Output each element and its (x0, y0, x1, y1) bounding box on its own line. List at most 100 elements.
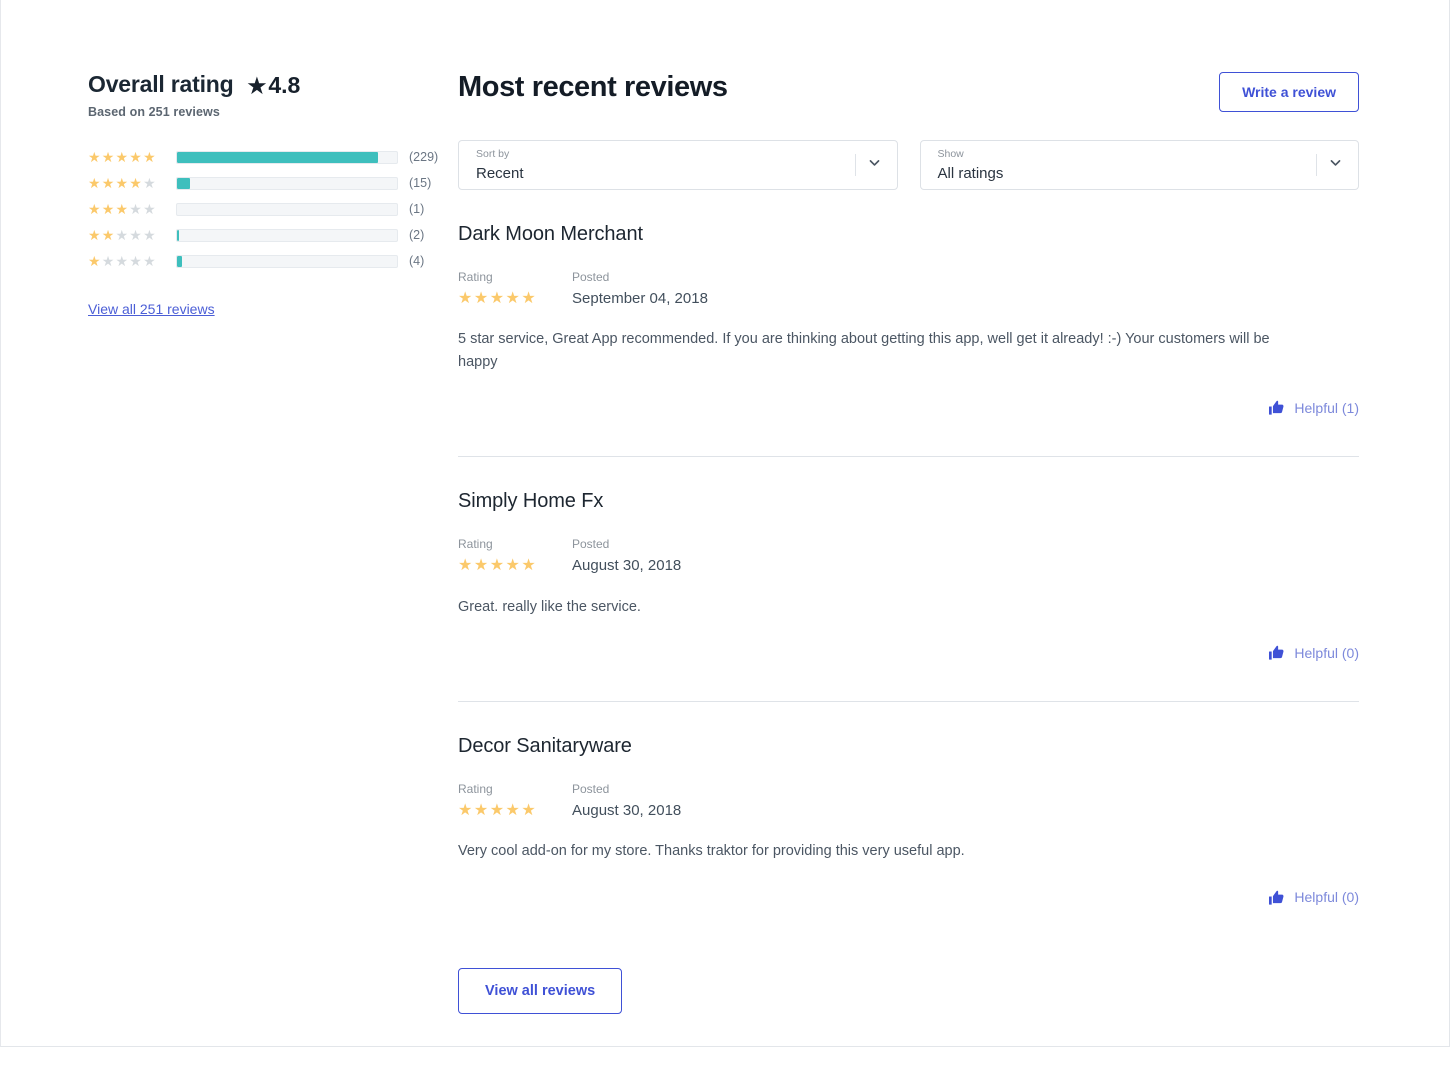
rating-count-label: (1) (409, 202, 425, 217)
reviews-footer: View all reviews (458, 967, 1359, 1074)
star-icon: ★ (473, 289, 490, 307)
rating-breakdown-row: ★★★★★ (1) (88, 196, 436, 222)
review-meta: Rating ★★★★★ Posted August 30, 2018 (458, 782, 1359, 820)
rating-stars-5: ★★★★★ (88, 150, 176, 164)
show-select-arrow[interactable] (1316, 141, 1342, 189)
helpful-label: Helpful (0) (1294, 644, 1359, 661)
star-icon: ★ (473, 801, 490, 819)
posted-label: Posted (572, 270, 610, 284)
star-icon: ★ (521, 289, 538, 307)
rating-bar-track (176, 176, 398, 190)
star-icon: ★ (143, 227, 157, 244)
helpful-button[interactable]: Helpful (0) (1268, 644, 1359, 661)
star-icon: ★ (143, 149, 157, 166)
rating-bar-track (176, 254, 398, 268)
review-item: Dark Moon Merchant Rating ★★★★★ Posted Septe… (458, 190, 1359, 416)
rating-bar-fill (177, 151, 378, 163)
rating-bar-fill (177, 255, 183, 267)
review-helpful-row: Helpful (1) (458, 399, 1359, 416)
view-all-reviews-button[interactable]: View all reviews (458, 967, 623, 1015)
star-icon: ★ (505, 801, 522, 819)
view-all-reviews-link[interactable]: View all 251 reviews (88, 301, 215, 317)
star-icon: ★ (88, 149, 102, 166)
helpful-button[interactable]: Helpful (0) (1268, 889, 1359, 906)
reviews-page: Overall rating ★ 4.8 Based on 251 review… (0, 0, 1450, 1047)
star-icon: ★ (505, 289, 522, 307)
rating-summary-panel: Overall rating ★ 4.8 Based on 251 review… (1, 0, 439, 319)
write-a-review-button[interactable]: Write a review (1219, 72, 1359, 112)
review-item: Decor Sanitaryware Rating ★★★★★ Posted Augus… (458, 701, 1359, 906)
review-posted-date: September 04, 2018 (572, 289, 708, 307)
reviews-panel: Most recent reviews Write a review Sort … (436, 0, 1449, 1074)
sort-by-select[interactable]: Sort by Recent (458, 140, 898, 190)
star-icon: ★ (129, 175, 144, 192)
review-list: Dark Moon Merchant Rating ★★★★★ Posted Septe… (458, 190, 1359, 906)
review-body: Very cool add-on for my store. Thanks tr… (458, 843, 965, 860)
overall-rating-score-group: ★ 4.8 (247, 72, 300, 98)
star-icon: ★ (129, 201, 144, 218)
rating-breakdown-list: ★★★★★ (229) ★★★★★ (15) ★★★★★ (1) ★★★★★ (2) ★★★★★… (88, 144, 439, 274)
review-rating-block: Rating ★★★★★ (458, 270, 572, 308)
star-icon: ★ (101, 227, 116, 244)
star-icon: ★ (101, 149, 116, 166)
review-author: Dark Moon Merchant (458, 223, 643, 245)
star-icon: ★ (143, 201, 157, 218)
review-rating-stars: ★★★★★ (458, 801, 572, 820)
thumbs-up-icon (1268, 399, 1285, 416)
show-select-value: All ratings (937, 164, 1004, 182)
star-icon: ★ (247, 75, 267, 98)
show-select[interactable]: Show All ratings (919, 140, 1359, 190)
rating-count-label: (229) (409, 150, 439, 165)
star-icon: ★ (143, 253, 157, 270)
review-rating-block: Rating ★★★★★ (458, 537, 572, 575)
review-helpful-row: Helpful (0) (458, 644, 1359, 661)
rating-bar-fill (177, 177, 191, 189)
star-icon: ★ (505, 556, 522, 574)
rating-stars-4: ★★★★★ (88, 176, 176, 190)
chevron-down-icon[interactable] (1329, 156, 1342, 174)
page-layout: Overall rating ★ 4.8 Based on 251 review… (1, 0, 1449, 1074)
rating-stars-1: ★★★★★ (88, 254, 176, 268)
chevron-down-icon[interactable] (868, 156, 881, 174)
overall-rating-header: Overall rating ★ 4.8 (88, 71, 436, 98)
rating-stars-3: ★★★★★ (88, 202, 176, 216)
rating-count-label: (15) (409, 176, 432, 191)
review-body: 5 star service, Great App recommended. I… (458, 331, 1270, 370)
star-icon: ★ (489, 801, 506, 819)
select-divider (1316, 154, 1317, 176)
review-meta: Rating ★★★★★ Posted August 30, 2018 (458, 537, 1359, 575)
review-author: Simply Home Fx (458, 490, 604, 513)
helpful-label: Helpful (0) (1294, 889, 1359, 906)
posted-label: Posted (572, 537, 610, 552)
star-icon: ★ (458, 556, 474, 574)
star-icon: ★ (473, 556, 490, 574)
rating-breakdown-row: ★★★★★ (15) (88, 170, 436, 196)
posted-label: Posted (572, 782, 610, 797)
review-rating-stars: ★★★★★ (458, 289, 572, 308)
review-posted-block: Posted August 30, 2018 (572, 782, 681, 820)
thumbs-up-icon (1268, 889, 1285, 906)
star-icon: ★ (88, 227, 102, 244)
star-icon: ★ (129, 227, 144, 244)
star-icon: ★ (129, 149, 144, 166)
star-icon: ★ (115, 175, 130, 192)
star-icon: ★ (143, 175, 157, 192)
rating-label: Rating (458, 270, 493, 284)
star-icon: ★ (489, 556, 506, 574)
review-posted-date: August 30, 2018 (572, 556, 682, 574)
rating-bar-track (176, 202, 398, 216)
review-author: Decor Sanitaryware (458, 735, 632, 758)
star-icon: ★ (101, 201, 116, 218)
sort-by-select-value: Recent (476, 164, 524, 182)
rating-breakdown-row: ★★★★★ (2) (88, 222, 436, 248)
sort-by-select-arrow[interactable] (854, 141, 881, 189)
sort-by-select-label: Sort by (476, 148, 510, 160)
page-title: Most recent reviews (458, 71, 728, 103)
star-icon: ★ (101, 175, 116, 192)
review-posted-block: Posted September 04, 2018 (572, 270, 708, 308)
reviews-header: Most recent reviews Write a review (458, 71, 1359, 112)
rating-label: Rating (458, 782, 493, 797)
star-icon: ★ (88, 201, 102, 218)
helpful-button[interactable]: Helpful (1) (1268, 399, 1359, 416)
rating-breakdown-row: ★★★★★ (4) (88, 248, 436, 274)
